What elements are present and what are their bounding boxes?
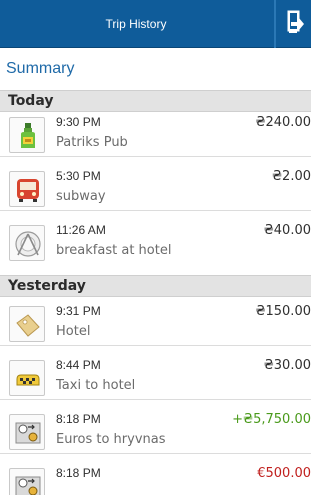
- transaction-description: Taxi to hotel: [56, 378, 136, 393]
- section-header-today: Today: [0, 90, 311, 112]
- header-divider: [274, 0, 276, 48]
- taxi-icon: [9, 360, 45, 396]
- transaction-row[interactable]: 8:18 PM €500.00: [0, 464, 311, 495]
- row-divider: [0, 453, 311, 454]
- transaction-time: 9:30 PM: [56, 115, 101, 129]
- transaction-description: Euros to hryvnas: [56, 432, 166, 447]
- transaction-description: subway: [56, 189, 106, 204]
- transaction-amount: ₴240.00: [255, 115, 311, 130]
- transaction-time: 11:26 AM: [56, 223, 106, 237]
- transaction-amount: ₴150.00: [255, 304, 311, 319]
- luggage-tag-icon: [9, 306, 45, 342]
- transaction-row[interactable]: 9:31 PM Hotel ₴150.00: [0, 302, 311, 346]
- page-title: Trip History: [105, 17, 167, 31]
- transaction-time: 8:18 PM: [56, 466, 101, 480]
- logout-door-icon: [287, 10, 304, 33]
- logout-button[interactable]: [277, 0, 311, 48]
- transaction-row[interactable]: 9:30 PM Patriks Pub ₴240.00: [0, 113, 311, 157]
- transaction-row[interactable]: 8:44 PM Taxi to hotel ₴30.00: [0, 356, 311, 400]
- row-divider: [0, 345, 311, 346]
- row-divider: [0, 399, 311, 400]
- transaction-time: 9:31 PM: [56, 304, 101, 318]
- transaction-row[interactable]: 5:30 PM subway ₴2.00: [0, 167, 311, 211]
- transaction-amount: ₴30.00: [263, 358, 311, 373]
- transaction-description: Patriks Pub: [56, 135, 128, 150]
- section-header-yesterday: Yesterday: [0, 275, 311, 297]
- plate-icon: [9, 225, 45, 261]
- app-header: Trip History: [0, 0, 311, 48]
- transaction-time: 5:30 PM: [56, 169, 101, 183]
- transaction-amount: +₴5,750.00: [232, 412, 311, 427]
- row-divider: [0, 210, 311, 211]
- transaction-description: breakfast at hotel: [56, 243, 172, 258]
- transaction-amount: ₴2.00: [271, 169, 311, 184]
- row-divider: [0, 156, 311, 157]
- currency-exchange-icon: [9, 468, 45, 495]
- transaction-amount: €500.00: [257, 466, 311, 481]
- transaction-time: 8:18 PM: [56, 412, 101, 426]
- transaction-time: 8:44 PM: [56, 358, 101, 372]
- summary-link[interactable]: Summary: [0, 48, 311, 90]
- transaction-row[interactable]: 11:26 AM breakfast at hotel ₴40.00: [0, 221, 311, 265]
- transaction-description: Hotel: [56, 324, 91, 339]
- bottle-icon: [9, 117, 45, 153]
- currency-exchange-icon: [9, 414, 45, 450]
- bus-icon: [9, 171, 45, 207]
- transaction-amount: ₴40.00: [263, 223, 311, 238]
- transaction-row[interactable]: 8:18 PM Euros to hryvnas +₴5,750.00: [0, 410, 311, 454]
